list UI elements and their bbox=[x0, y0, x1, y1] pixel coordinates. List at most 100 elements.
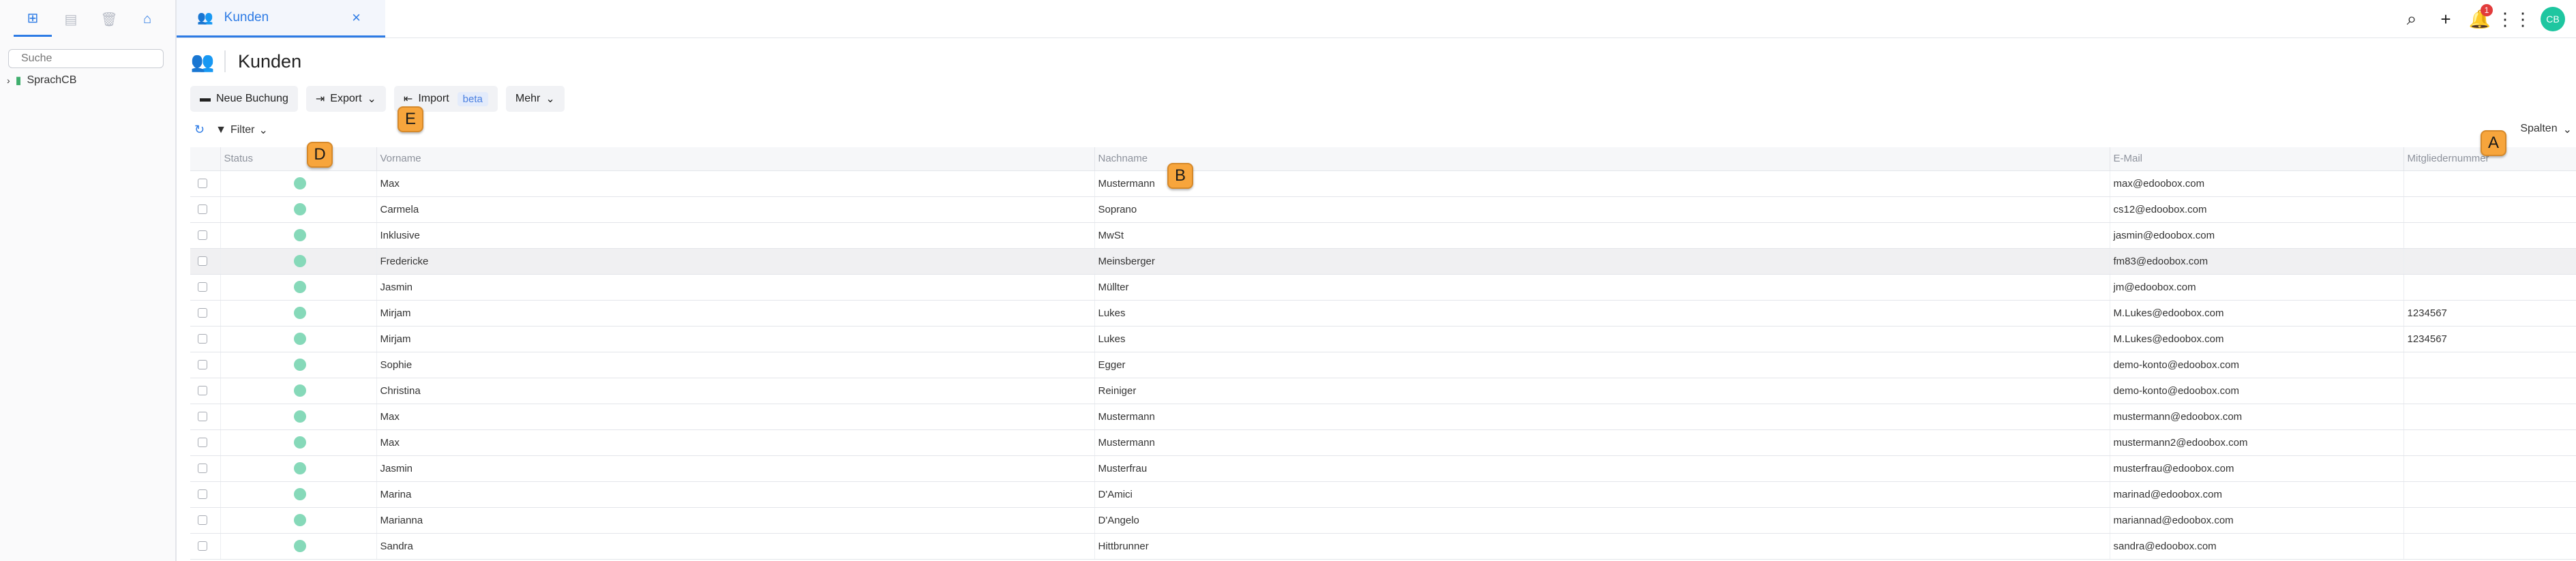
last-name-cell[interactable]: D'Amici bbox=[1094, 481, 2110, 508]
search-icon[interactable]: ⌕ bbox=[2395, 0, 2429, 38]
first-name-cell[interactable]: Max bbox=[376, 170, 1094, 197]
row-checkbox[interactable] bbox=[198, 360, 207, 369]
first-name-cell[interactable]: Mirjam bbox=[376, 300, 1094, 327]
last-name-cell[interactable]: Hittbrunner bbox=[1094, 533, 2110, 560]
last-name-cell[interactable]: Egger bbox=[1094, 352, 2110, 378]
export-button[interactable]: ⇥ Export ⌄ bbox=[305, 86, 386, 112]
member-number-cell[interactable] bbox=[2403, 455, 2576, 482]
more-button[interactable]: Mehr ⌄ bbox=[505, 86, 565, 112]
first-name-cell[interactable]: Carmela bbox=[376, 196, 1094, 223]
email-cell[interactable]: sandra@edoobox.com bbox=[2109, 533, 2403, 560]
table-row[interactable]: Jasmin Musterfrau musterfrau@edoobox.com bbox=[190, 455, 2576, 482]
last-name-cell[interactable]: Müllter bbox=[1094, 274, 2110, 301]
email-cell[interactable]: demo-konto@edoobox.com bbox=[2109, 352, 2403, 378]
first-name-cell[interactable]: Fredericke bbox=[376, 248, 1094, 275]
tab-kunden[interactable]: 👥 Kunden × bbox=[177, 0, 385, 37]
refresh-icon[interactable]: ↻ bbox=[194, 123, 205, 137]
row-checkbox[interactable] bbox=[198, 412, 207, 421]
last-name-cell[interactable]: Mustermann bbox=[1094, 429, 2110, 456]
chevron-right-icon[interactable]: › bbox=[7, 75, 10, 86]
email-cell[interactable]: musterfrau@edoobox.com bbox=[2109, 455, 2403, 482]
row-checkbox[interactable] bbox=[198, 464, 207, 473]
first-name-cell[interactable]: Christina bbox=[376, 378, 1094, 404]
status-cell[interactable] bbox=[220, 429, 376, 456]
member-number-cell[interactable] bbox=[2403, 378, 2576, 404]
row-checkbox[interactable] bbox=[198, 179, 207, 188]
email-cell[interactable]: mariannad@edoobox.com bbox=[2109, 507, 2403, 534]
tree-view-icon[interactable]: ⊞ bbox=[14, 1, 52, 37]
status-cell[interactable] bbox=[220, 274, 376, 301]
member-number-cell[interactable] bbox=[2403, 481, 2576, 508]
row-checkbox[interactable] bbox=[198, 489, 207, 499]
status-cell[interactable] bbox=[220, 248, 376, 275]
row-checkbox[interactable] bbox=[198, 204, 207, 214]
member-number-cell[interactable] bbox=[2403, 429, 2576, 456]
new-booking-button[interactable]: ▬ Neue Buchung bbox=[190, 86, 298, 112]
table-row[interactable]: Carmela Soprano cs12@edoobox.com bbox=[190, 196, 2576, 223]
table-row[interactable]: Mirjam Lukes M.Lukes@edoobox.com 1234567 bbox=[190, 300, 2576, 327]
status-cell[interactable] bbox=[220, 300, 376, 327]
last-name-cell[interactable]: Soprano bbox=[1094, 196, 2110, 223]
member-number-cell[interactable]: 1234567 bbox=[2403, 326, 2576, 352]
member-number-cell[interactable] bbox=[2403, 170, 2576, 197]
row-checkbox[interactable] bbox=[198, 386, 207, 395]
last-name-cell[interactable]: Mustermann bbox=[1094, 170, 2110, 197]
email-cell[interactable]: M.Lukes@edoobox.com bbox=[2109, 300, 2403, 327]
row-checkbox[interactable] bbox=[198, 256, 207, 266]
first-name-cell[interactable]: Sandra bbox=[376, 533, 1094, 560]
bell-icon[interactable]: 🔔 1 bbox=[2463, 0, 2497, 38]
member-number-cell[interactable] bbox=[2403, 248, 2576, 275]
table-row[interactable]: Sophie Egger demo-konto@edoobox.com bbox=[190, 352, 2576, 378]
status-cell[interactable] bbox=[220, 404, 376, 430]
first-name-cell[interactable]: Jasmin bbox=[376, 455, 1094, 482]
status-cell[interactable] bbox=[220, 170, 376, 197]
first-name-cell[interactable]: Marianna bbox=[376, 507, 1094, 534]
header-status[interactable]: Status bbox=[220, 147, 376, 171]
table-row[interactable]: Marianna D'Angelo mariannad@edoobox.com bbox=[190, 507, 2576, 534]
first-name-cell[interactable]: Max bbox=[376, 404, 1094, 430]
last-name-cell[interactable]: Reiniger bbox=[1094, 378, 2110, 404]
first-name-cell[interactable]: Max bbox=[376, 429, 1094, 456]
status-cell[interactable] bbox=[220, 481, 376, 508]
status-cell[interactable] bbox=[220, 196, 376, 223]
last-name-cell[interactable]: Lukes bbox=[1094, 300, 2110, 327]
email-cell[interactable]: cs12@edoobox.com bbox=[2109, 196, 2403, 223]
email-cell[interactable]: marinad@edoobox.com bbox=[2109, 481, 2403, 508]
last-name-cell[interactable]: Meinsberger bbox=[1094, 248, 2110, 275]
apps-grid-icon[interactable]: ⋮⋮ bbox=[2496, 0, 2532, 38]
email-cell[interactable]: mustermann@edoobox.com bbox=[2109, 404, 2403, 430]
table-row[interactable]: Marina D'Amici marinad@edoobox.com bbox=[190, 481, 2576, 508]
table-row[interactable]: Mirjam Lukes M.Lukes@edoobox.com 1234567 bbox=[190, 326, 2576, 352]
columns-button[interactable]: Spalten ⌄ bbox=[2520, 123, 2572, 136]
member-number-cell[interactable]: 1234567 bbox=[2403, 300, 2576, 327]
row-checkbox[interactable] bbox=[198, 334, 207, 344]
email-cell[interactable]: M.Lukes@edoobox.com bbox=[2109, 326, 2403, 352]
row-checkbox[interactable] bbox=[198, 308, 207, 318]
close-icon[interactable]: × bbox=[352, 9, 361, 27]
filter-button[interactable]: ▼ Filter ⌄ bbox=[215, 123, 268, 137]
member-number-cell[interactable] bbox=[2403, 352, 2576, 378]
table-row[interactable]: Fredericke Meinsberger fm83@edoobox.com bbox=[190, 248, 2576, 275]
status-cell[interactable] bbox=[220, 378, 376, 404]
trash-icon[interactable]: 🗑 bbox=[90, 1, 128, 37]
status-cell[interactable] bbox=[220, 352, 376, 378]
table-row[interactable]: Inklusive MwSt jasmin@edoobox.com bbox=[190, 222, 2576, 249]
table-row[interactable]: Sandra Hittbrunner sandra@edoobox.com bbox=[190, 533, 2576, 560]
last-name-cell[interactable]: Lukes bbox=[1094, 326, 2110, 352]
avatar[interactable]: CB bbox=[2541, 7, 2565, 31]
first-name-cell[interactable]: Mirjam bbox=[376, 326, 1094, 352]
row-checkbox[interactable] bbox=[198, 515, 207, 525]
first-name-cell[interactable]: Sophie bbox=[376, 352, 1094, 378]
status-cell[interactable] bbox=[220, 507, 376, 534]
last-name-cell[interactable]: D'Angelo bbox=[1094, 507, 2110, 534]
email-cell[interactable]: mustermann2@edoobox.com bbox=[2109, 429, 2403, 456]
row-checkbox[interactable] bbox=[198, 438, 207, 447]
member-number-cell[interactable] bbox=[2403, 533, 2576, 560]
sidebar-search-input[interactable] bbox=[8, 49, 164, 68]
row-checkbox[interactable] bbox=[198, 282, 207, 292]
member-number-cell[interactable] bbox=[2403, 507, 2576, 534]
table-row[interactable]: Max Mustermann mustermann2@edoobox.com bbox=[190, 429, 2576, 456]
email-cell[interactable]: jm@edoobox.com bbox=[2109, 274, 2403, 301]
table-row[interactable]: Christina Reiniger demo-konto@edoobox.com bbox=[190, 378, 2576, 404]
table-row[interactable]: Jasmin Müllter jm@edoobox.com bbox=[190, 274, 2576, 301]
